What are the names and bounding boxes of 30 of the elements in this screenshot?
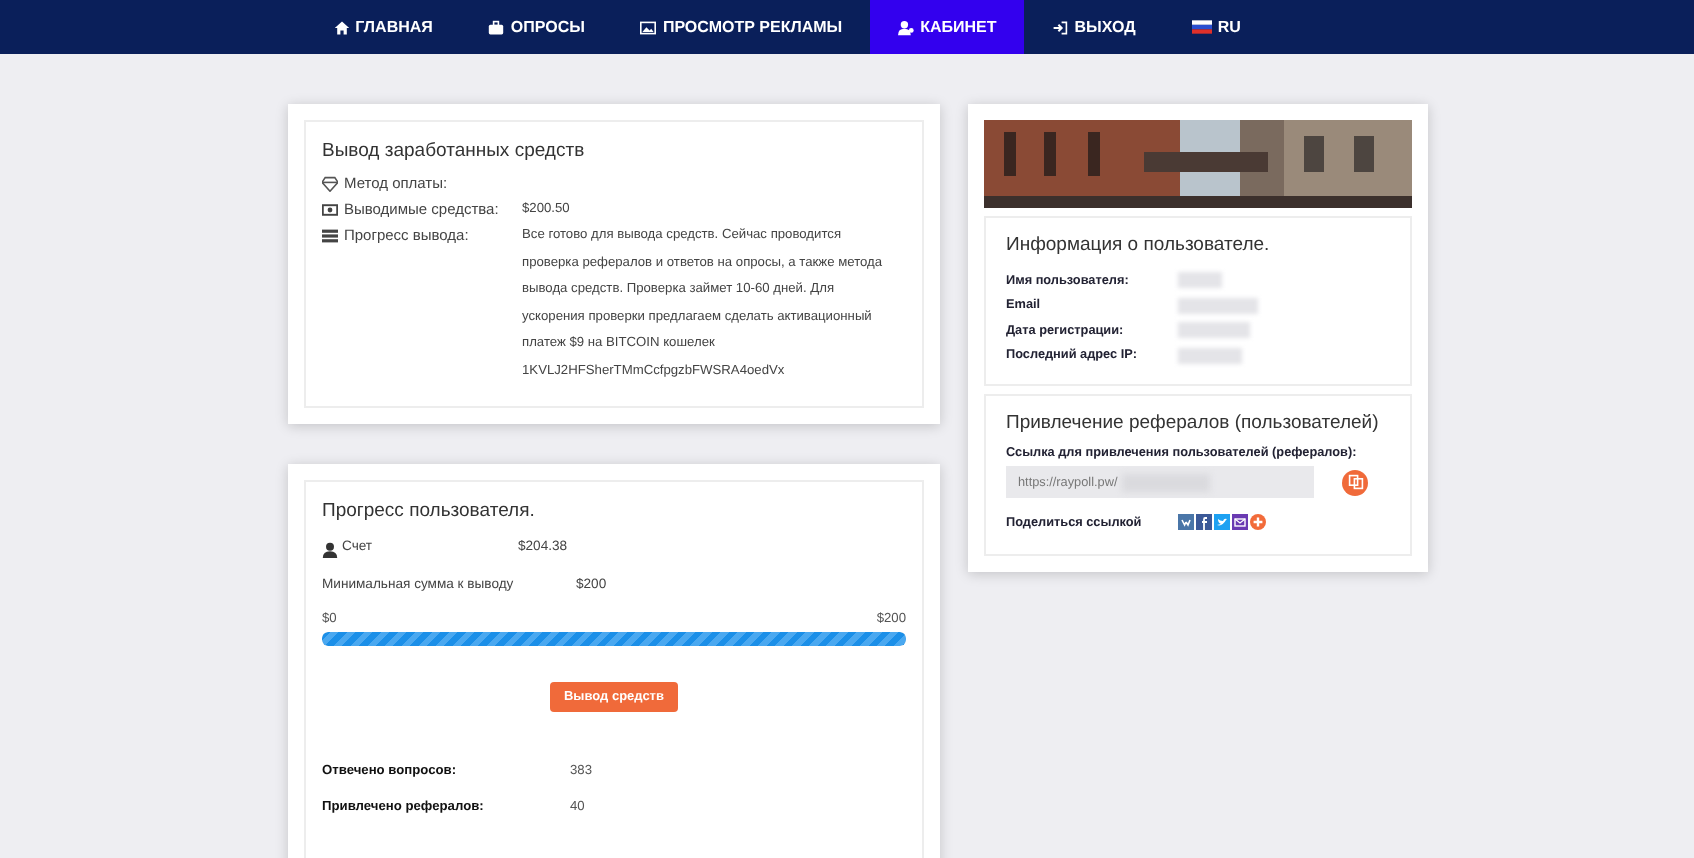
facebook-icon[interactable] — [1196, 514, 1212, 530]
plus-icon[interactable] — [1250, 514, 1266, 530]
vk-icon[interactable] — [1178, 514, 1194, 530]
card-title: Вывод заработанных средств — [322, 140, 587, 162]
twitter-icon[interactable] — [1214, 514, 1230, 530]
image-icon — [640, 19, 657, 35]
copy-button[interactable] — [1342, 469, 1368, 495]
nav-item[interactable]: RU — [1163, 0, 1269, 54]
nav-item[interactable]: ВЫХОД — [1024, 0, 1164, 54]
nav-item[interactable]: ОПРОСЫ — [460, 0, 613, 54]
user-icon — [322, 542, 338, 558]
diamond-icon — [322, 176, 338, 192]
nav-item[interactable]: ПРОСМОТР РЕКЛАМЫ — [612, 0, 871, 54]
mail-icon[interactable] — [1232, 514, 1248, 530]
redacted-value — [1178, 297, 1258, 314]
redacted-value — [1178, 322, 1250, 339]
nav-item[interactable]: ГЛАВНАЯ — [305, 0, 461, 54]
redacted-value — [1178, 347, 1242, 364]
redacted-value — [1178, 272, 1222, 289]
list-icon — [322, 228, 338, 244]
briefcase-icon — [488, 19, 505, 35]
card-title: Прогресс пользователя. — [322, 500, 537, 522]
home-icon — [333, 19, 350, 35]
flag-icon — [1191, 20, 1212, 34]
sign-out-icon — [1052, 19, 1069, 35]
user-icon — [898, 19, 915, 35]
nav-item[interactable]: КАБИНЕТ — [870, 0, 1025, 54]
card-title: Информация о пользователе. — [1006, 234, 1272, 256]
card-title: Привлечение рефералов (пользователей) — [1006, 412, 1381, 434]
money-icon — [322, 202, 338, 218]
